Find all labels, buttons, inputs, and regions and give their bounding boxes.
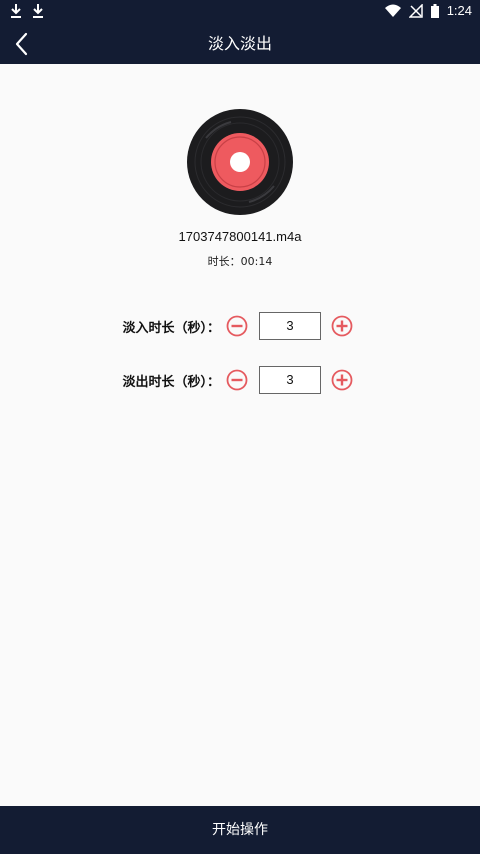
signal-off-icon — [408, 3, 423, 18]
file-name: 1703747800141.m4a — [178, 229, 302, 244]
download-icon — [33, 4, 43, 18]
fade-in-row: 淡入时长（秒）： 3 — [0, 312, 480, 340]
fade-in-label: 淡入时长（秒）： — [122, 321, 220, 336]
fade-in-increase-button[interactable] — [331, 315, 353, 337]
start-operation-button[interactable]: 开始操作 — [0, 806, 480, 854]
chevron-left-icon — [15, 32, 28, 56]
status-bar: 1:24 — [0, 0, 480, 24]
back-button[interactable] — [8, 28, 40, 60]
fade-out-increase-button[interactable] — [331, 369, 353, 391]
status-time: 1:24 — [446, 3, 472, 18]
plus-circle-icon — [331, 369, 353, 391]
fade-out-row: 淡出时长（秒）： 3 — [0, 366, 480, 394]
fade-in-value-input[interactable]: 3 — [259, 312, 321, 340]
minus-circle-icon — [226, 369, 248, 391]
wifi-icon — [384, 4, 401, 17]
fade-out-label: 淡出时长（秒）： — [122, 375, 220, 390]
download-icon — [11, 4, 21, 18]
fade-in-decrease-button[interactable] — [226, 315, 248, 337]
duration-label: 时长：00:14 — [207, 255, 273, 268]
fade-out-value-input[interactable]: 3 — [259, 366, 321, 394]
start-operation-label: 开始操作 — [212, 822, 268, 838]
status-right-icons: 1:24 — [384, 3, 472, 18]
plus-circle-icon — [331, 315, 353, 337]
app-bar: 淡入淡出 — [0, 24, 480, 64]
fade-out-decrease-button[interactable] — [226, 369, 248, 391]
battery-icon — [430, 3, 439, 18]
status-left-icons — [10, 3, 44, 19]
minus-circle-icon — [226, 315, 248, 337]
vinyl-disc-icon — [187, 109, 293, 215]
page-title: 淡入淡出 — [207, 34, 272, 53]
